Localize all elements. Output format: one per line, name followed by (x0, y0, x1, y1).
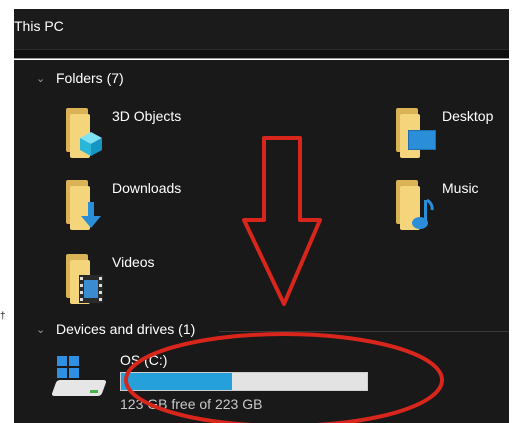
red-down-arrow-annotation (242, 136, 322, 306)
content-pane: ⌄ Folders (7) 3D Objects Desktop Downloa… (14, 60, 513, 423)
red-ellipse-annotation (124, 332, 444, 423)
window-title: This PC (14, 18, 64, 34)
right-margin (509, 0, 513, 423)
left-edge-mark: † (0, 311, 6, 322)
file-explorer-window: † This PC ⌄ Folders (7) 3D Objects Deskt… (0, 0, 513, 423)
annotation-overlay (124, 136, 444, 423)
address-bar[interactable] (14, 50, 513, 59)
title-bar: This PC (14, 9, 513, 50)
left-margin (0, 0, 14, 423)
